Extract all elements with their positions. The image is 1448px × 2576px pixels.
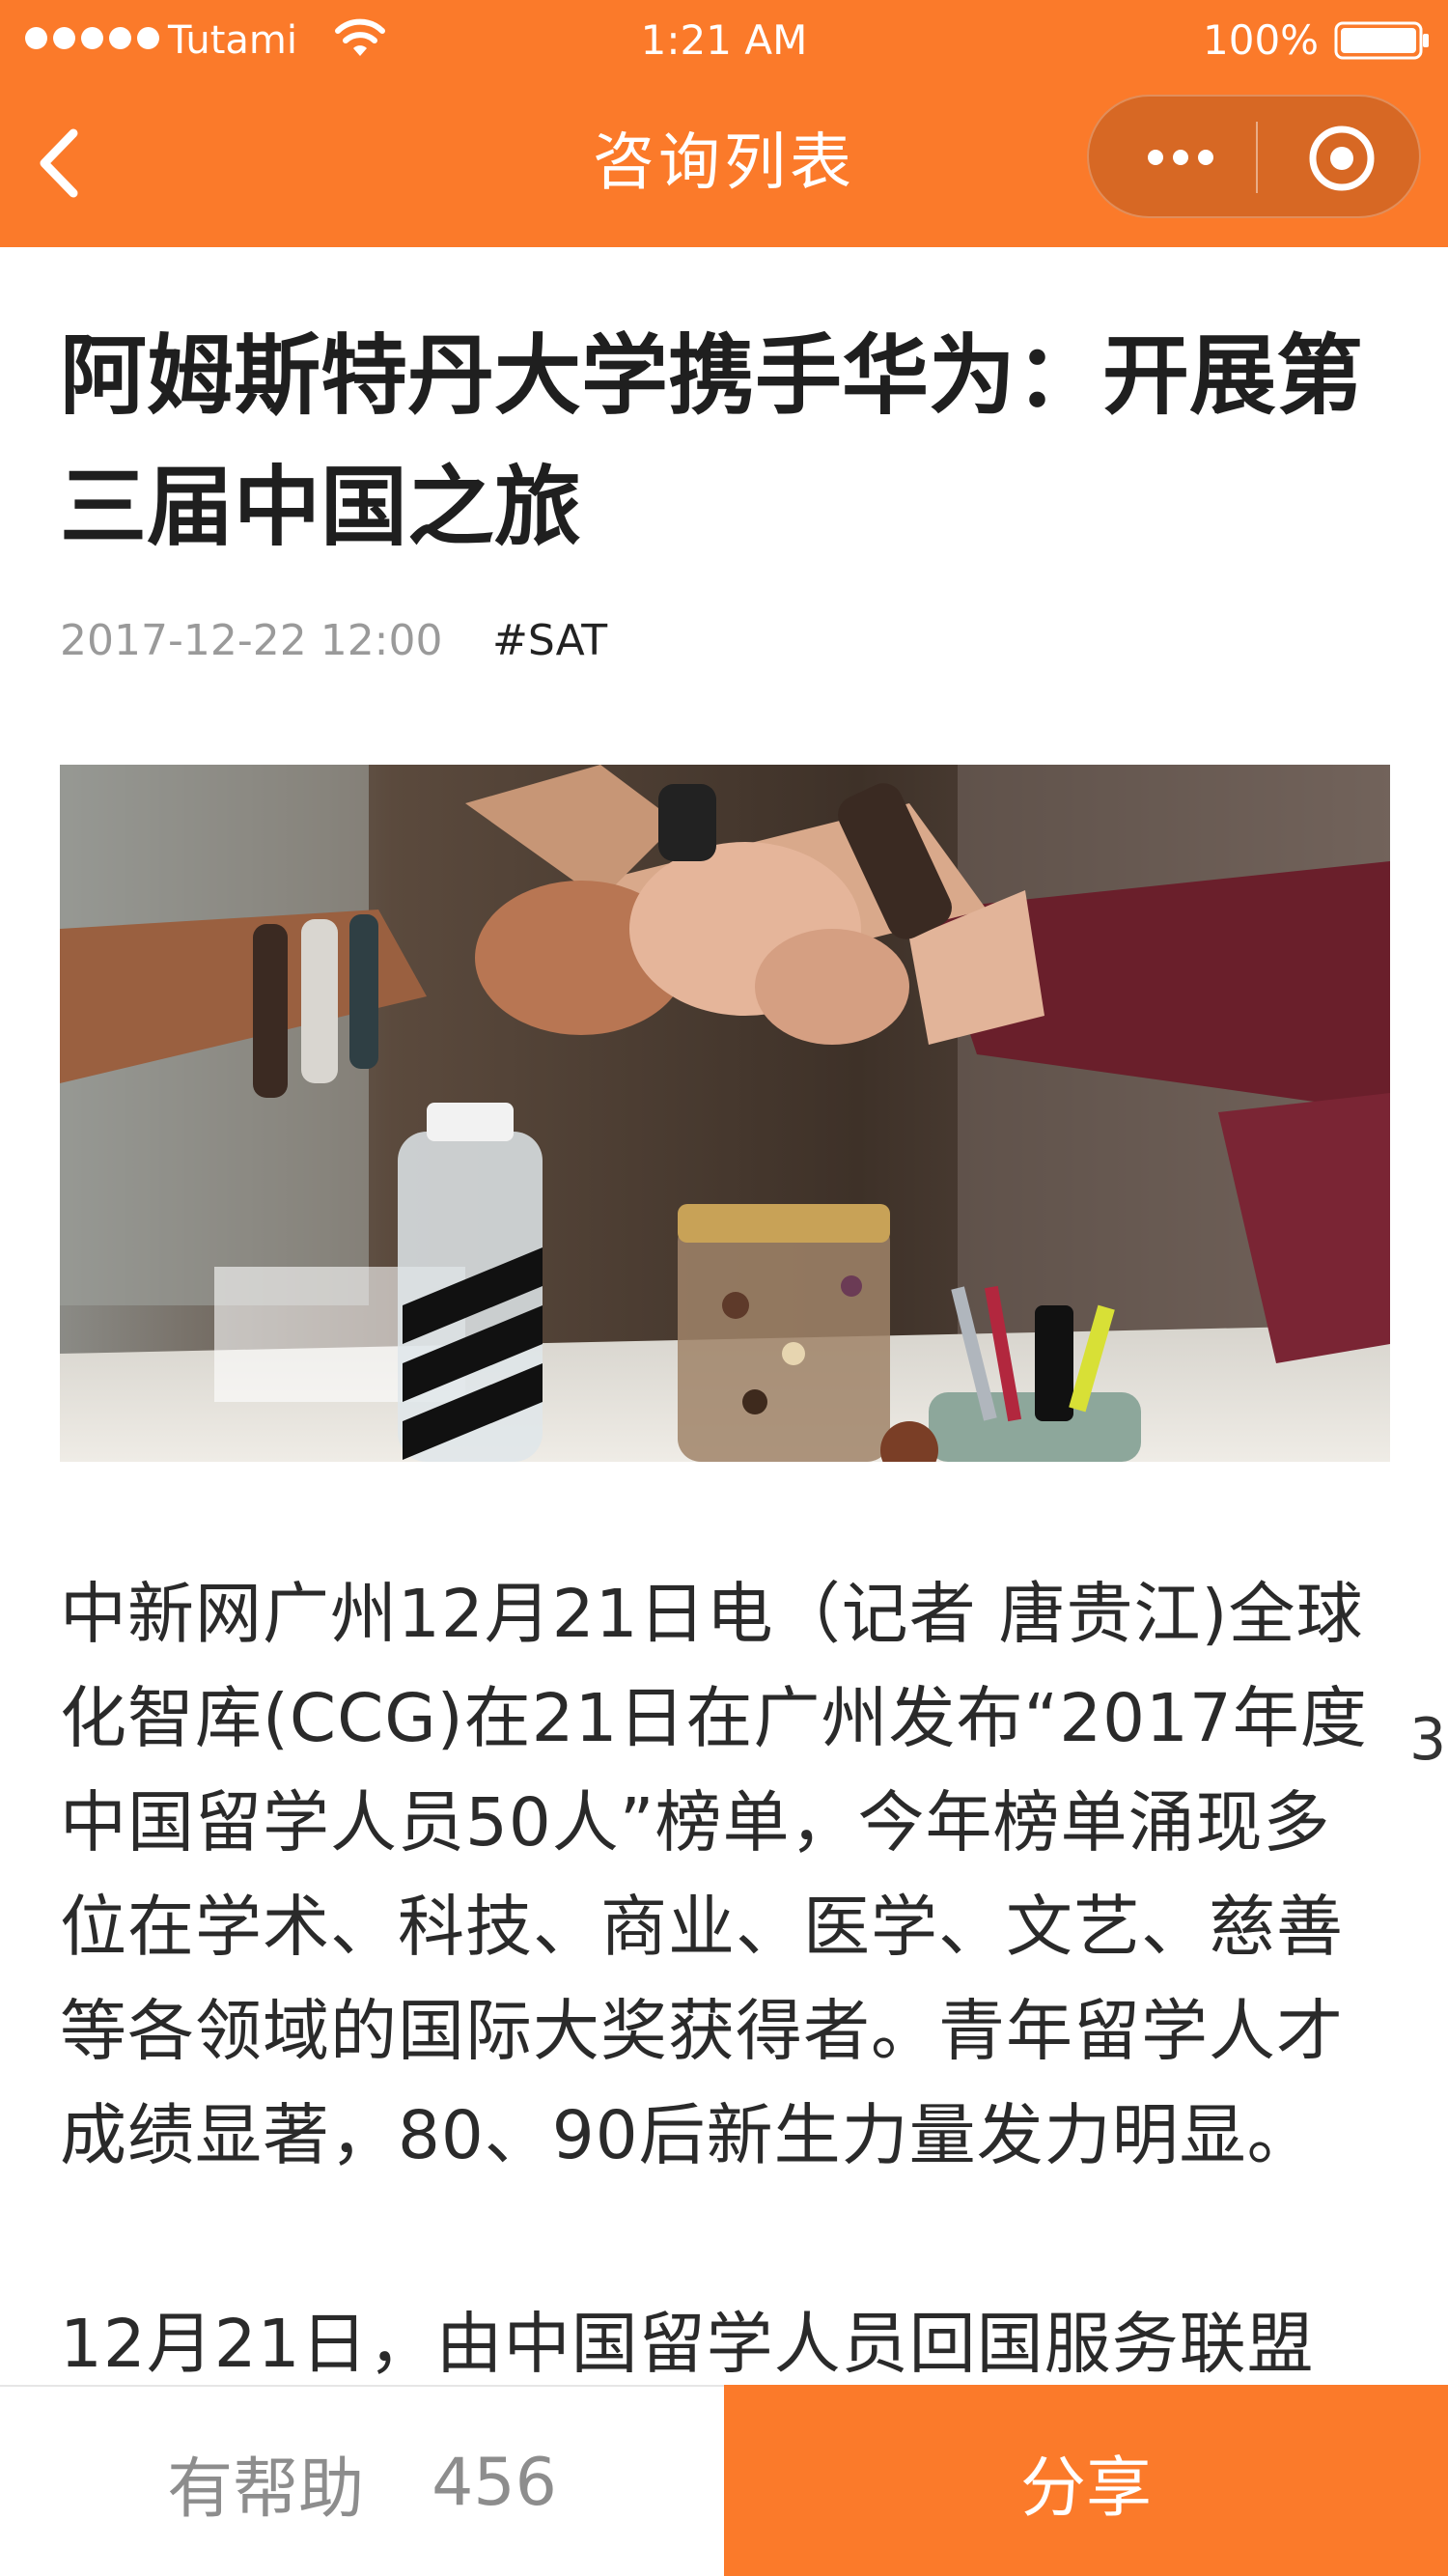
- article-title: 阿姆斯特丹大学携手华为：开展第三届中国之旅: [60, 325, 1363, 558]
- article-paragraph: 中新网广州12月21日电（记者 唐贵江)全球化智库(CCG)在21日在广州发布“…: [60, 1576, 1368, 2174]
- article-content: 阿姆斯特丹大学携手华为：开展第三届中国之旅 2017-12-22 12:00 #…: [0, 247, 1448, 2385]
- helpful-label: 有帮助: [167, 2450, 365, 2528]
- fist-bump-illustration: [60, 765, 1390, 1462]
- record-circle-icon[interactable]: [1307, 124, 1377, 193]
- more-dots-icon[interactable]: [1128, 135, 1234, 180]
- share-label: 分享: [1019, 2450, 1152, 2527]
- bottom-action-bar: 有帮助 456 分享: [0, 2385, 1448, 2576]
- article-tag[interactable]: #SAT: [492, 612, 607, 670]
- article-date: 2017-12-22 12:00: [60, 616, 443, 665]
- helpful-button[interactable]: 有帮助 456: [0, 2387, 724, 2576]
- battery-percent: 100%: [1203, 16, 1320, 64]
- mini-program-capsule: [1087, 95, 1421, 218]
- side-number: 3: [1409, 1706, 1447, 1774]
- nav-bar: 咨询列表: [0, 81, 1448, 247]
- header: Tutami 1:21 AM 100% 咨询列表: [0, 0, 1448, 247]
- article-image: [60, 765, 1390, 1462]
- share-button[interactable]: 分享: [724, 2385, 1448, 2576]
- battery-icon: [1334, 21, 1429, 60]
- article-body: 中新网广州12月21日电（记者 唐贵江)全球化智库(CCG)在21日在广州发布“…: [60, 1562, 1392, 2385]
- article-paragraph: 12月21日，由中国留学人员回国服务联盟: [60, 2306, 1315, 2383]
- status-bar: Tutami 1:21 AM 100%: [0, 0, 1448, 81]
- helpful-count: 456: [432, 2444, 557, 2521]
- capsule-divider: [1256, 122, 1258, 193]
